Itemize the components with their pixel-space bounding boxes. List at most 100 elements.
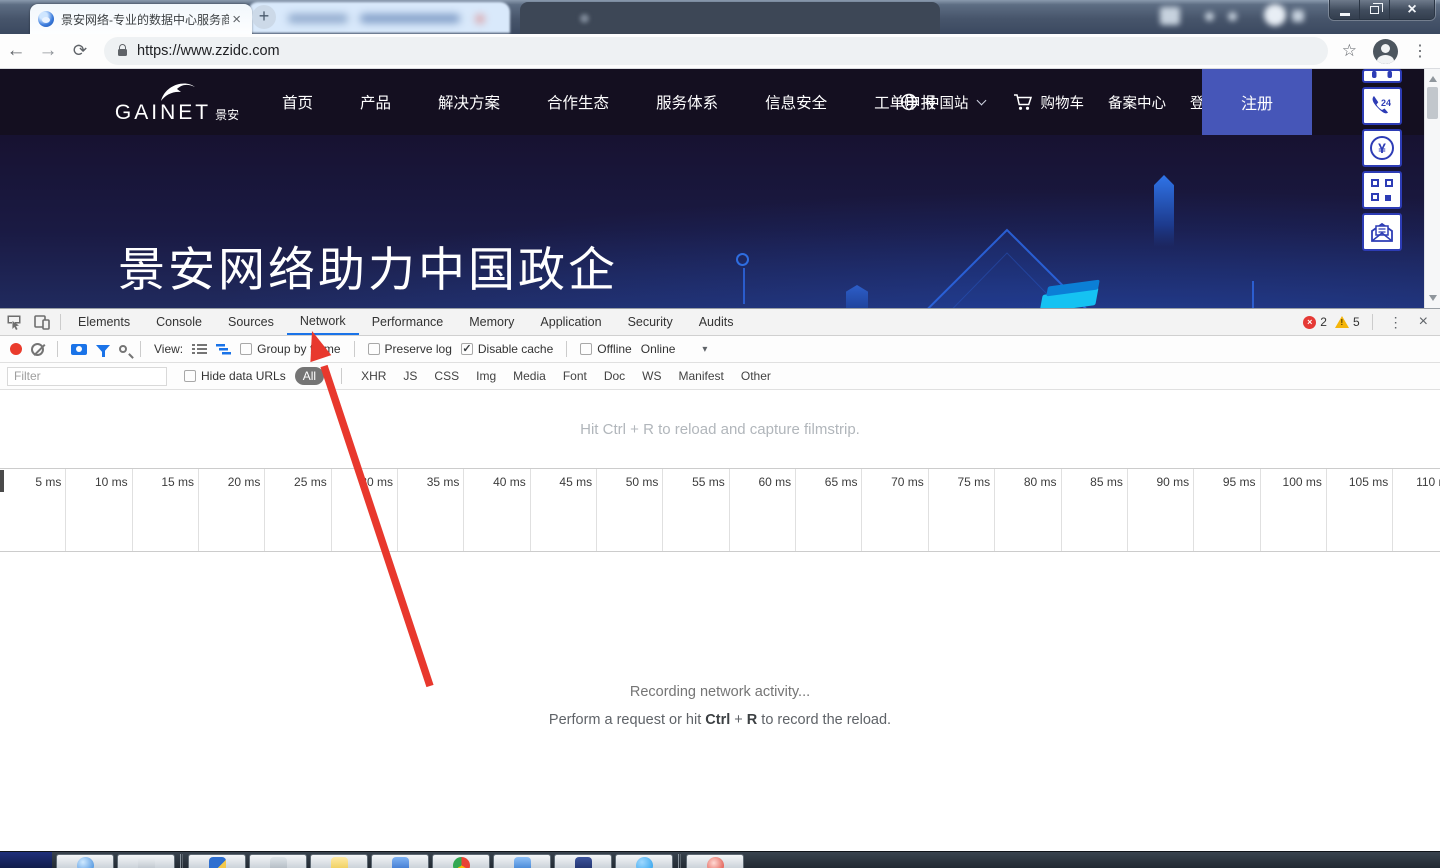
nav-item[interactable]: 信息安全 [765, 91, 827, 113]
device-toolbar-icon[interactable] [28, 309, 56, 335]
url-text[interactable]: https://www.zzidc.com [137, 43, 280, 59]
group-by-frame-checkbox[interactable] [240, 343, 252, 355]
filter-type-js[interactable]: JS [401, 367, 419, 385]
filter-type-manifest[interactable]: Manifest [677, 367, 726, 385]
browser-menu-icon[interactable]: ⋮ [1412, 41, 1428, 61]
chevron-down-icon[interactable] [976, 96, 986, 106]
clear-icon[interactable] [31, 343, 44, 356]
icp-center-link[interactable]: 备案中心 [1108, 92, 1166, 113]
devtools-tab-application[interactable]: Application [527, 309, 614, 335]
scroll-up-icon[interactable] [1425, 71, 1440, 87]
https-lock-icon[interactable] [118, 49, 127, 56]
scroll-down-icon[interactable] [1425, 290, 1440, 306]
filter-type-img[interactable]: Img [474, 367, 498, 385]
filter-type-font[interactable]: Font [561, 367, 589, 385]
record-button[interactable] [10, 343, 22, 355]
offline-option[interactable]: Offline [580, 342, 631, 356]
devtools-tab-audits[interactable]: Audits [686, 309, 747, 335]
devtools-tab-security[interactable]: Security [615, 309, 686, 335]
start-button[interactable] [0, 852, 52, 868]
qr-code-icon[interactable] [1362, 171, 1402, 209]
cart-icon[interactable] [1013, 93, 1033, 111]
scrollbar-thumb[interactable] [1427, 87, 1438, 119]
devtools-tab-sources[interactable]: Sources [215, 309, 287, 335]
devtools-close-icon[interactable]: × [1415, 313, 1432, 331]
mail-feedback-icon[interactable] [1362, 213, 1402, 251]
bookmark-star-icon[interactable]: ☆ [1342, 41, 1357, 61]
price-yen-icon[interactable]: ¥ [1362, 129, 1402, 167]
taskbar-button-chrome[interactable] [432, 854, 490, 868]
console-errors-badge[interactable]: × 2 [1303, 315, 1327, 329]
throttling-select[interactable]: Online [641, 342, 676, 356]
filter-type-css[interactable]: CSS [432, 367, 461, 385]
phone-24h-icon[interactable]: 24 [1362, 87, 1402, 125]
devtools-tab-memory[interactable]: Memory [456, 309, 527, 335]
nav-item[interactable]: 服务体系 [656, 91, 718, 113]
disable-cache-checkbox[interactable] [461, 343, 473, 355]
taskbar-button-messenger-blue[interactable] [188, 854, 246, 868]
devtools-tab-elements[interactable]: Elements [65, 309, 143, 335]
timeline-tick: 110 ms [1393, 469, 1440, 551]
tab-close-icon[interactable]: × [229, 12, 244, 27]
preserve-log-checkbox[interactable] [368, 343, 380, 355]
devtools-tab-performance[interactable]: Performance [359, 309, 457, 335]
filter-type-media[interactable]: Media [511, 367, 548, 385]
hide-data-urls-checkbox[interactable] [184, 370, 196, 382]
capture-screenshots-icon[interactable] [71, 344, 87, 355]
taskbar-button-word[interactable] [371, 854, 429, 868]
filter-type-other[interactable]: Other [739, 367, 773, 385]
devtools-tab-network[interactable]: Network [287, 309, 359, 335]
site-logo[interactable]: GAINET 景安 [112, 79, 242, 125]
light-pole-graphic [736, 253, 749, 266]
taskbar-button-media-player[interactable] [686, 854, 744, 868]
filter-type-xhr[interactable]: XHR [359, 367, 388, 385]
new-tab-button[interactable]: + [252, 5, 276, 29]
window-close-button[interactable]: × [1390, 0, 1434, 20]
register-button[interactable]: 注册 [1202, 69, 1312, 135]
nav-item[interactable]: 首页 [282, 91, 313, 113]
service-headset-icon[interactable] [1362, 69, 1402, 83]
disable-cache-option[interactable]: Disable cache [461, 342, 553, 356]
locale-selector[interactable]: 中国站 [925, 92, 969, 113]
taskbar-button-folder[interactable] [117, 854, 175, 868]
taskbar-button-folder-yellow[interactable] [310, 854, 368, 868]
window-restore-button[interactable] [1360, 0, 1390, 20]
filter-type-ws[interactable]: WS [640, 367, 663, 385]
search-icon[interactable] [119, 345, 127, 353]
waterfall-view-icon[interactable] [216, 343, 231, 355]
profile-avatar[interactable] [1373, 39, 1398, 64]
devtools-menu-icon[interactable]: ⋮ [1385, 314, 1407, 331]
browser-tab[interactable]: 景安网络-专业的数据中心服务商 × [30, 4, 252, 34]
timeline-tick: 40 ms [464, 469, 530, 551]
taskbar-button-app-dark[interactable] [554, 854, 612, 868]
cart-link[interactable]: 购物车 [1041, 92, 1085, 113]
taskbar-button-outlook[interactable] [493, 854, 551, 868]
filter-type-all[interactable]: All [295, 367, 324, 385]
hide-data-urls-option[interactable]: Hide data URLs [184, 369, 286, 383]
timeline-tick: 80 ms [995, 469, 1061, 551]
reload-button[interactable]: ⟳ [64, 41, 96, 61]
taskbar-button-internet-explorer[interactable] [56, 854, 114, 868]
window-minimize-button[interactable] [1330, 0, 1360, 20]
console-warnings-badge[interactable]: 5 [1335, 315, 1360, 329]
forward-button[interactable]: → [32, 40, 64, 62]
filter-icon[interactable] [96, 345, 110, 353]
nav-item[interactable]: 产品 [360, 91, 391, 113]
preserve-log-option[interactable]: Preserve log [368, 342, 452, 356]
back-button[interactable]: ← [0, 40, 32, 62]
page-scrollbar[interactable] [1424, 69, 1440, 308]
inspect-element-icon[interactable] [0, 309, 28, 335]
messenger-blue-icon [209, 857, 226, 868]
group-by-frame-option[interactable]: Group by frame [240, 342, 340, 356]
list-view-icon[interactable] [192, 343, 207, 355]
offline-checkbox[interactable] [580, 343, 592, 355]
throttling-caret-icon[interactable]: ▾ [702, 344, 707, 355]
network-filter-input[interactable] [7, 367, 167, 386]
taskbar-button-explorer[interactable] [249, 854, 307, 868]
devtools-tab-console[interactable]: Console [143, 309, 215, 335]
nav-item[interactable]: 合作生态 [547, 91, 609, 113]
nav-item[interactable]: 解决方案 [438, 91, 500, 113]
taskbar-button-skype[interactable] [615, 854, 673, 868]
filter-type-doc[interactable]: Doc [602, 367, 627, 385]
address-omnibox[interactable]: https://www.zzidc.com [104, 37, 1328, 65]
